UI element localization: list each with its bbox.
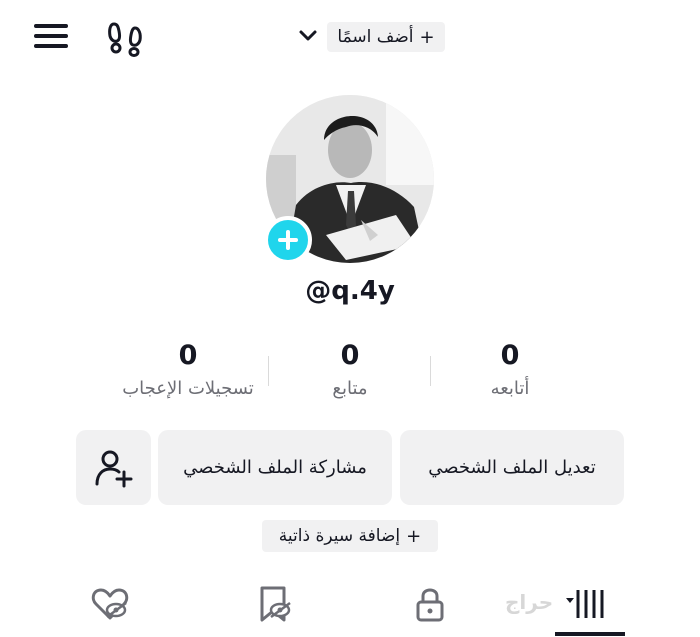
share-profile-label: مشاركة الملف الشخصي [183, 457, 367, 478]
bookmark-hidden-icon[interactable] [254, 584, 294, 624]
stat-likes[interactable]: 0 تسجيلات الإعجاب [98, 338, 278, 399]
share-profile-button[interactable]: مشاركة الملف الشخصي [158, 430, 392, 505]
plus-icon: + [419, 26, 435, 48]
add-user-icon [95, 450, 132, 487]
edit-profile-label: تعديل الملف الشخصي [428, 457, 596, 478]
heart-hidden-icon[interactable] [90, 584, 130, 624]
add-bio-button[interactable]: + إضافة سيرة ذاتية [262, 520, 438, 552]
footprints-icon[interactable] [106, 18, 146, 58]
lock-icon[interactable] [410, 584, 450, 624]
followers-label: متابع [332, 378, 368, 399]
top-bar: + أضف اسمًا [0, 0, 700, 75]
add-friend-button[interactable] [76, 430, 151, 505]
following-label: أتابعه [490, 378, 530, 399]
chevron-down-icon[interactable] [297, 26, 319, 46]
plus-icon: + [406, 525, 422, 547]
watermark: حراج [505, 590, 554, 614]
username: @q.4y [305, 276, 395, 306]
followers-count: 0 [340, 340, 360, 371]
add-bio-label: إضافة سيرة ذاتية [278, 526, 401, 546]
following-count: 0 [500, 340, 520, 371]
likes-label: تسجيلات الإعجاب [122, 378, 254, 399]
add-name-button[interactable]: + أضف اسمًا [327, 22, 445, 52]
edit-profile-button[interactable]: تعديل الملف الشخصي [400, 430, 624, 505]
stat-followers[interactable]: 0 متابع [260, 338, 440, 399]
videos-grid-icon[interactable] [566, 584, 606, 624]
stat-following[interactable]: 0 أتابعه [420, 338, 600, 399]
hamburger-menu-icon[interactable] [34, 22, 70, 50]
likes-count: 0 [178, 340, 198, 371]
add-avatar-button[interactable] [264, 216, 312, 264]
add-name-label: أضف اسمًا [337, 27, 414, 47]
active-tab-indicator [555, 632, 625, 636]
